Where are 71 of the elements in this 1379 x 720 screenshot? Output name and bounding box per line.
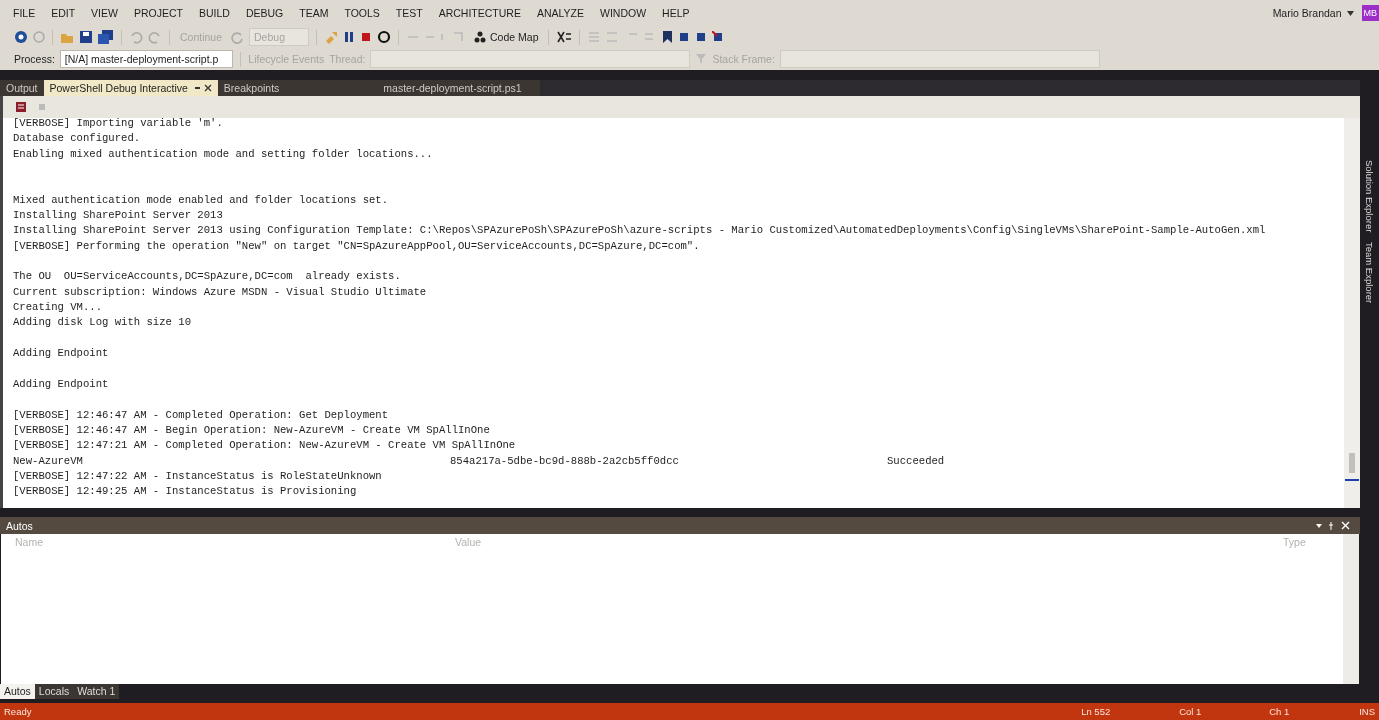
- line-number: Ln 552: [1081, 706, 1112, 717]
- stop-icon[interactable]: [360, 31, 373, 43]
- scrollbar[interactable]: [1344, 118, 1360, 508]
- next-bookmark-icon[interactable]: [695, 31, 708, 43]
- console-cell: Succeeded: [887, 453, 945, 469]
- console-line: The OU OU=ServiceAccounts,DC=SpAzure,DC=com already exists.: [13, 269, 402, 285]
- menu-item[interactable]: TEAM: [291, 7, 337, 19]
- console-line: [VERBOSE] 12:47:21 AM - Completed Operation: New-AzureVM - Create VM SpAllInOne: [13, 438, 517, 454]
- character-number: Ch 1: [1269, 706, 1291, 717]
- console-line: [VERBOSE] 12:49:25 AM - InstanceStatus is Provisioning: [13, 484, 358, 500]
- menu-item[interactable]: WINDOW: [592, 7, 655, 19]
- code-map-button[interactable]: Code Map: [471, 31, 542, 43]
- caret-icon[interactable]: [1346, 10, 1354, 16]
- bookmark-icon[interactable]: [662, 30, 674, 44]
- menu-item[interactable]: DEBUG: [237, 7, 292, 19]
- console-line: Installing SharePoint Server 2013: [13, 208, 224, 224]
- console-line: Adding Endpoint: [13, 376, 110, 392]
- console-line: Installing SharePoint Server 2013 using Configuration Template: C:\Repos\SPAzurePoSh\SPAzurePoSh\azure-scripts - Mario Customized\AutomatedDeployments\Config\SingleVMs\SharePoint-Sample-AutoGen.xml: [13, 223, 1267, 239]
- menu-item[interactable]: TOOLS: [336, 7, 388, 19]
- restart-icon[interactable]: [377, 30, 392, 44]
- menu-item[interactable]: BUILD: [190, 7, 238, 19]
- console-line: Mixed authentication mode enabled and folder locations set.: [13, 192, 390, 208]
- menu-item[interactable]: ANALYZE: [528, 7, 592, 19]
- menu-item[interactable]: EDIT: [43, 7, 84, 19]
- console-line: Adding disk Log with size 10: [13, 315, 192, 331]
- script-icon[interactable]: [15, 101, 27, 113]
- column-number: Col 1: [1179, 706, 1203, 717]
- pause-icon[interactable]: [343, 31, 356, 43]
- document-tab[interactable]: PowerShell Debug Interactive: [43, 80, 218, 96]
- status-text: Ready: [4, 706, 32, 717]
- document-tab[interactable]: Output: [0, 80, 44, 96]
- document-tab[interactable]: master-deployment-script.ps1: [285, 80, 540, 96]
- menu-item[interactable]: HELP: [654, 7, 698, 19]
- console-cell-text: New-AzureVM: [13, 453, 84, 469]
- console-line: [VERBOSE] 12:47:22 AM - InstanceStatus is RoleStateUnknown: [13, 468, 383, 484]
- save-all-icon[interactable]: [98, 30, 114, 44]
- console-line: [VERBOSE] 12:46:47 AM - Completed Operation: Get Deployment: [13, 407, 390, 423]
- format-icon[interactable]: [556, 30, 573, 44]
- side-tab[interactable]: Team Explorer: [1364, 242, 1375, 304]
- process-label: Process:: [14, 53, 55, 65]
- back-icon[interactable]: [14, 30, 28, 44]
- clear-bookmarks-icon[interactable]: [712, 31, 725, 43]
- menu-item[interactable]: TEST: [387, 7, 431, 19]
- previous-bookmark-icon[interactable]: [678, 31, 691, 43]
- panel-title: Autos: [6, 519, 33, 532]
- save-icon[interactable]: [79, 30, 93, 44]
- console-line: [VERBOSE] 12:46:47 AM - Begin Operation: New-AzureVM - Create VM SpAllInOne: [13, 422, 491, 438]
- close-icon[interactable]: [193, 84, 212, 92]
- process-dropdown[interactable]: [N/A] master-deployment-script.p: [59, 50, 234, 68]
- menu-item[interactable]: VIEW: [83, 7, 126, 19]
- tool-tab[interactable]: Locals: [34, 684, 74, 699]
- console-cell-text: 854a217a-5dbe-bc9d-888b-2a2cb5ff0dcc: [450, 453, 680, 469]
- menu-item[interactable]: ARCHITECTURE: [430, 7, 529, 19]
- console-line: Creating VM...: [13, 300, 103, 316]
- tool-tab[interactable]: Watch 1: [73, 684, 120, 699]
- document-tab[interactable]: Breakpoints: [217, 80, 286, 96]
- insert-mode: INS: [1359, 706, 1375, 717]
- console-line: [VERBOSE] Performing the operation "New" on target "CN=SpAzureAppPool,OU=ServiceAccounts,DC=SpAzure,DC=com".: [13, 238, 701, 254]
- console-line: Enabling mixed authentication mode and setting folder locations...: [13, 146, 434, 162]
- console-line: Database configured.: [13, 131, 142, 147]
- console-line: [VERBOSE] Importing variable 'm'.: [13, 118, 224, 131]
- menu-item[interactable]: PROJECT: [125, 7, 191, 19]
- console-line: Current subscription: Windows Azure MSDN - Visual Studio Ultimate: [13, 284, 428, 300]
- side-tab[interactable]: Solution Explorer: [1364, 160, 1375, 233]
- console-line: Adding Endpoint: [13, 346, 110, 362]
- user-name[interactable]: Mario Brandan: [1272, 7, 1342, 19]
- menu-item[interactable]: FILE: [5, 7, 44, 19]
- scrollbar[interactable]: [1343, 534, 1359, 684]
- user-avatar[interactable]: MB: [1361, 5, 1379, 21]
- code-map-icon: [474, 31, 487, 43]
- tool-tab[interactable]: Autos: [0, 684, 35, 699]
